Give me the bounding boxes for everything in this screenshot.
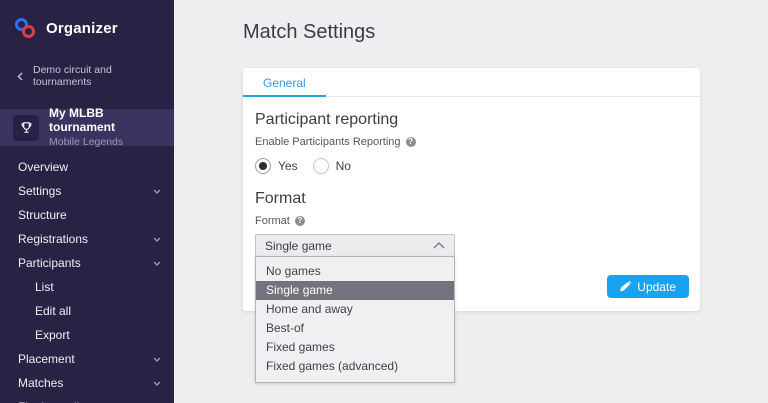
organizer-logo-icon — [15, 18, 36, 39]
sidebar-item-label: List — [35, 280, 54, 294]
chevron-down-icon — [153, 189, 161, 194]
field-label-format: Format ? — [255, 215, 688, 227]
sidebar-item-participants[interactable]: Participants — [0, 251, 174, 275]
field-label-text: Format — [255, 215, 290, 227]
chevron-down-icon — [153, 357, 161, 362]
sidebar-item-label: Export — [35, 328, 70, 342]
format-select[interactable]: Single game — [255, 234, 455, 257]
reporting-radio-group: Yes No — [255, 158, 688, 174]
back-link-label: Demo circuit and tournaments — [33, 64, 160, 88]
section-heading-participant-reporting: Participant reporting — [255, 110, 688, 129]
help-icon[interactable]: ? — [406, 137, 416, 147]
sidebar-item-registrations[interactable]: Registrations — [0, 227, 174, 251]
chevron-down-icon — [153, 237, 161, 242]
tournament-game: Mobile Legends — [49, 136, 162, 148]
field-label-enable-reporting: Enable Participants Reporting ? — [255, 136, 688, 148]
sidebar-item-structure[interactable]: Structure — [0, 203, 174, 227]
chevron-down-icon — [153, 261, 161, 266]
tab-bar: General — [243, 68, 700, 97]
radio-button-icon — [255, 158, 271, 174]
card-body: Participant reporting Enable Participant… — [243, 97, 700, 257]
dropdown-option-no-games[interactable]: No games — [256, 262, 454, 281]
sidebar-item-final-standing[interactable]: Final standing — [0, 395, 174, 403]
format-select-wrap: Single game No games Single game Home an… — [255, 234, 455, 257]
tab-general[interactable]: General — [243, 68, 326, 97]
app-root: Organizer Demo circuit and tournaments M… — [0, 0, 768, 403]
field-label-text: Enable Participants Reporting — [255, 136, 401, 148]
help-icon[interactable]: ? — [295, 216, 305, 226]
sidebar-item-placement[interactable]: Placement — [0, 347, 174, 371]
trophy-icon — [13, 115, 39, 141]
radio-label: No — [336, 159, 351, 173]
sidebar-item-settings[interactable]: Settings — [0, 179, 174, 203]
logo-ring-red — [22, 25, 35, 38]
settings-card: General Participant reporting Enable Par… — [243, 68, 700, 311]
tournament-name: My MLBB tournament — [49, 107, 162, 135]
chevron-left-icon — [17, 72, 23, 81]
radio-button-icon — [313, 158, 329, 174]
brand-name: Organizer — [46, 20, 118, 37]
format-dropdown: No games Single game Home and away Best-… — [255, 256, 455, 383]
pencil-icon — [620, 281, 631, 292]
format-select-value: Single game — [265, 239, 332, 253]
dropdown-option-home-and-away[interactable]: Home and away — [256, 300, 454, 319]
sidebar-item-label: Matches — [18, 376, 63, 390]
radio-no[interactable]: No — [313, 158, 351, 174]
sidebar-item-export[interactable]: Export — [0, 323, 174, 347]
update-button-label: Update — [637, 280, 676, 294]
chevron-up-icon — [433, 242, 445, 249]
sidebar-item-matches[interactable]: Matches — [0, 371, 174, 395]
dropdown-option-fixed-games[interactable]: Fixed games — [256, 338, 454, 357]
sidebar-nav: Overview Settings Structure Registration… — [0, 146, 174, 403]
dropdown-option-single-game[interactable]: Single game — [256, 281, 454, 300]
main-content: Match Settings General Participant repor… — [174, 0, 768, 403]
sidebar-item-edit-all[interactable]: Edit all — [0, 299, 174, 323]
dropdown-option-best-of[interactable]: Best-of — [256, 319, 454, 338]
sidebar-item-label: Structure — [18, 208, 67, 222]
sidebar-item-label: Registrations — [18, 232, 88, 246]
sidebar: Organizer Demo circuit and tournaments M… — [0, 0, 174, 403]
sidebar-item-overview[interactable]: Overview — [0, 155, 174, 179]
tournament-info: My MLBB tournament Mobile Legends — [49, 107, 162, 149]
tournament-switcher[interactable]: My MLBB tournament Mobile Legends — [0, 109, 174, 146]
sidebar-item-label: Overview — [18, 160, 68, 174]
section-heading-format: Format — [255, 189, 688, 208]
page-title: Match Settings — [243, 21, 768, 43]
sidebar-item-list[interactable]: List — [0, 275, 174, 299]
sidebar-item-label: Participants — [18, 256, 81, 270]
dropdown-option-fixed-games-advanced[interactable]: Fixed games (advanced) — [256, 357, 454, 376]
brand: Organizer — [0, 0, 174, 44]
back-link[interactable]: Demo circuit and tournaments — [0, 58, 174, 94]
sidebar-item-label: Settings — [18, 184, 61, 198]
sidebar-item-label: Edit all — [35, 304, 71, 318]
radio-label: Yes — [278, 159, 298, 173]
chevron-down-icon — [153, 381, 161, 386]
radio-yes[interactable]: Yes — [255, 158, 298, 174]
update-button[interactable]: Update — [607, 275, 689, 298]
sidebar-item-label: Placement — [18, 352, 75, 366]
